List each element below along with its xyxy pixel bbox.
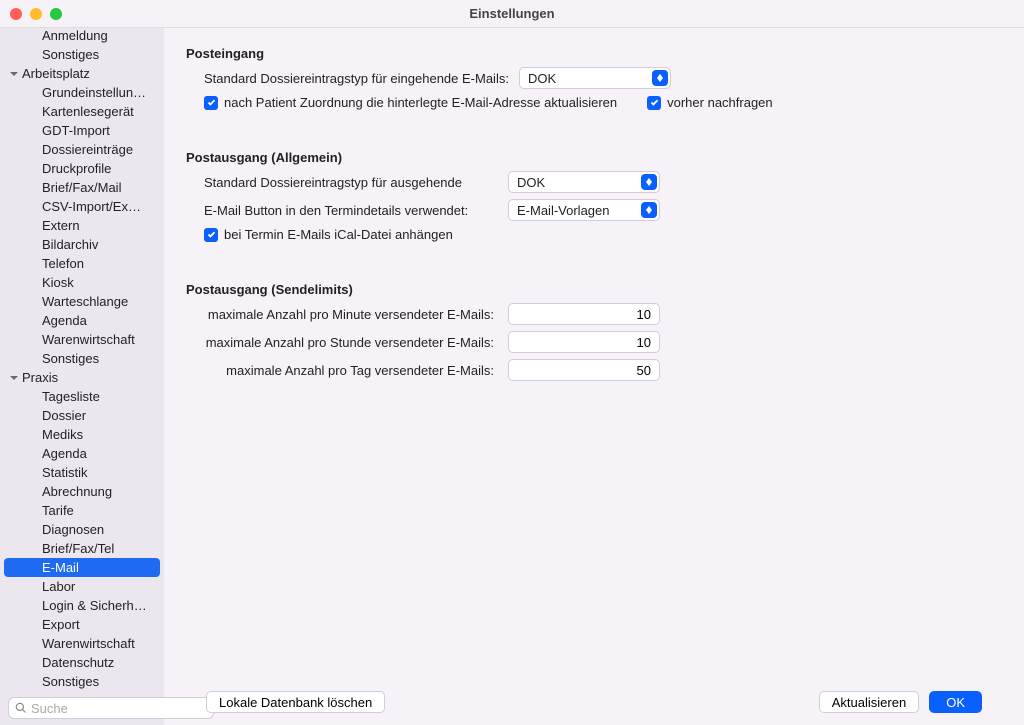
- sidebar-item[interactable]: Extern: [4, 216, 160, 235]
- input-per-day[interactable]: [508, 359, 660, 381]
- section-outbox-limits: Postausgang (Sendelimits) maximale Anzah…: [186, 282, 1002, 381]
- checkmark-icon: [204, 228, 218, 242]
- window-title: Einstellungen: [0, 6, 1024, 21]
- select-email-button-value: E-Mail-Vorlagen: [517, 203, 610, 218]
- sidebar-item[interactable]: Statistik: [4, 463, 160, 482]
- label-email-button: E-Mail Button in den Termindetails verwe…: [186, 203, 498, 218]
- input-per-minute[interactable]: [508, 303, 660, 325]
- label-inbox-default-type: Standard Dossiereintragstyp für eingehen…: [204, 71, 509, 86]
- sidebar-item[interactable]: Dossier: [4, 406, 160, 425]
- sidebar-item[interactable]: Warenwirtschaft: [4, 634, 160, 653]
- label-ical: bei Termin E-Mails iCal-Datei anhängen: [224, 227, 453, 242]
- sidebar-item[interactable]: Datenschutz: [4, 653, 160, 672]
- maximize-icon[interactable]: [50, 8, 62, 20]
- checkbox-confirm-before[interactable]: vorher nachfragen: [647, 95, 773, 110]
- sidebar-item[interactable]: Dossiereinträge: [4, 140, 160, 159]
- sidebar-item[interactable]: Tarife: [4, 501, 160, 520]
- chevron-updown-icon: [652, 70, 668, 86]
- sidebar-item[interactable]: Mediks: [4, 425, 160, 444]
- minimize-icon[interactable]: [30, 8, 42, 20]
- sidebar-category-arbeitsplatz[interactable]: Arbeitsplatz: [0, 64, 164, 83]
- chevron-updown-icon: [641, 174, 657, 190]
- sidebar-tree[interactable]: NutzerGrundeinstellun…AnmeldungSonstiges…: [0, 28, 164, 691]
- footer: Lokale Datenbank löschen Aktualisieren O…: [186, 679, 1002, 725]
- sidebar-item[interactable]: Sonstiges: [4, 45, 160, 64]
- sidebar-item[interactable]: Tagesliste: [4, 387, 160, 406]
- input-per-hour[interactable]: [508, 331, 660, 353]
- refresh-button[interactable]: Aktualisieren: [819, 691, 919, 713]
- select-inbox-default-type-value: DOK: [528, 71, 556, 86]
- checkmark-icon: [647, 96, 661, 110]
- section-inbox: Posteingang Standard Dossiereintragstyp …: [186, 46, 1002, 110]
- sidebar-item[interactable]: Brief/Fax/Mail: [4, 178, 160, 197]
- sidebar-item[interactable]: Login & Sicherh…: [4, 596, 160, 615]
- close-icon[interactable]: [10, 8, 22, 20]
- content-area: Posteingang Standard Dossiereintragstyp …: [164, 28, 1024, 725]
- window: Einstellungen NutzerGrundeinstellun…Anme…: [0, 0, 1024, 725]
- sidebar: NutzerGrundeinstellun…AnmeldungSonstiges…: [0, 28, 164, 725]
- sidebar-item[interactable]: Agenda: [4, 311, 160, 330]
- ok-button[interactable]: OK: [929, 691, 982, 713]
- section-title-outbox-general: Postausgang (Allgemein): [186, 150, 1002, 165]
- sidebar-item[interactable]: Druckprofile: [4, 159, 160, 178]
- sidebar-item[interactable]: Export: [4, 615, 160, 634]
- sidebar-item[interactable]: Warteschlange: [4, 292, 160, 311]
- window-controls: [10, 8, 62, 20]
- chevron-updown-icon: [641, 202, 657, 218]
- sidebar-item[interactable]: Warenwirtschaft: [4, 330, 160, 349]
- sidebar-item[interactable]: Telefon: [4, 254, 160, 273]
- label-outbox-default-type: Standard Dossiereintragstyp für ausgehen…: [186, 175, 498, 190]
- sidebar-category-praxis[interactable]: Praxis: [0, 368, 164, 387]
- section-title-inbox: Posteingang: [186, 46, 1002, 61]
- chevron-down-icon: [8, 372, 20, 384]
- sidebar-item[interactable]: Brief/Fax/Tel: [4, 539, 160, 558]
- search-icon: [15, 702, 27, 714]
- sidebar-item[interactable]: Abrechnung: [4, 482, 160, 501]
- checkmark-icon: [204, 96, 218, 110]
- label-per-day: maximale Anzahl pro Tag versendeter E-Ma…: [186, 363, 498, 378]
- select-outbox-default-type-value: DOK: [517, 175, 545, 190]
- label-confirm-before: vorher nachfragen: [667, 95, 773, 110]
- sidebar-item[interactable]: E-Mail: [4, 558, 160, 577]
- sidebar-item[interactable]: Agenda: [4, 444, 160, 463]
- sidebar-item[interactable]: Kiosk: [4, 273, 160, 292]
- sidebar-item[interactable]: GDT-Import: [4, 121, 160, 140]
- section-title-outbox-limits: Postausgang (Sendelimits): [186, 282, 1002, 297]
- delete-local-db-button[interactable]: Lokale Datenbank löschen: [206, 691, 385, 713]
- label-update-email: nach Patient Zuordnung die hinterlegte E…: [224, 95, 617, 110]
- checkbox-update-email[interactable]: nach Patient Zuordnung die hinterlegte E…: [204, 95, 617, 110]
- sidebar-item[interactable]: Sonstiges: [4, 672, 160, 691]
- select-inbox-default-type[interactable]: DOK: [519, 67, 671, 89]
- label-per-hour: maximale Anzahl pro Stunde versendeter E…: [186, 335, 498, 350]
- select-email-button[interactable]: E-Mail-Vorlagen: [508, 199, 660, 221]
- sidebar-item[interactable]: Grundeinstellun…: [4, 83, 160, 102]
- section-outbox-general: Postausgang (Allgemein) Standard Dossier…: [186, 150, 1002, 242]
- sidebar-item[interactable]: CSV-Import/Ex…: [4, 197, 160, 216]
- sidebar-category-label: Praxis: [20, 370, 58, 385]
- titlebar: Einstellungen: [0, 0, 1024, 28]
- chevron-down-icon: [8, 68, 20, 80]
- sidebar-category-label: Arbeitsplatz: [20, 66, 90, 81]
- sidebar-item[interactable]: Sonstiges: [4, 349, 160, 368]
- sidebar-item[interactable]: Anmeldung: [4, 28, 160, 45]
- sidebar-item[interactable]: Kartenlesegerät: [4, 102, 160, 121]
- checkbox-ical[interactable]: bei Termin E-Mails iCal-Datei anhängen: [204, 227, 453, 242]
- label-per-minute: maximale Anzahl pro Minute versendeter E…: [186, 307, 498, 322]
- sidebar-item[interactable]: Diagnosen: [4, 520, 160, 539]
- sidebar-item[interactable]: Labor: [4, 577, 160, 596]
- select-outbox-default-type[interactable]: DOK: [508, 171, 660, 193]
- sidebar-item[interactable]: Bildarchiv: [4, 235, 160, 254]
